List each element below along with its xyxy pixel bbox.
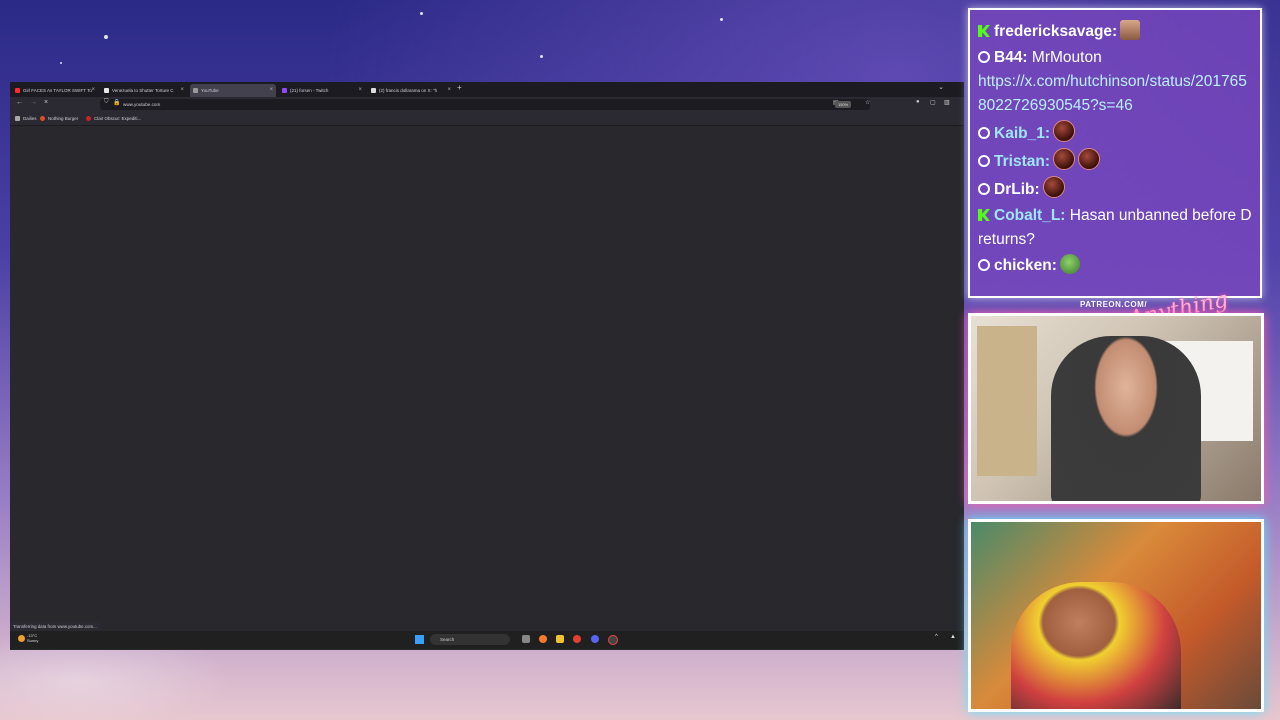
sun-icon [18, 635, 25, 642]
chat-badge-icon [978, 259, 990, 271]
bookmark-nothing-burger[interactable]: Nothing Burger [40, 115, 78, 122]
stop-loading-icon[interactable]: × [44, 99, 48, 106]
tab-1-label: Girl FACES As TAYLOR SWIFT To [23, 88, 92, 93]
tab-list-chevron-icon[interactable]: ⌄ [938, 83, 944, 91]
account-icon[interactable]: ▥ [944, 99, 950, 106]
obs-icon[interactable] [608, 635, 618, 645]
downloads-icon[interactable]: ▢ [930, 99, 936, 106]
tab-5-close-icon[interactable]: × [447, 84, 451, 97]
chat-badge-icon [978, 155, 990, 167]
tab-3-close-icon[interactable]: × [269, 84, 273, 97]
chat-message: DrLib: [978, 176, 1252, 202]
burger-icon [40, 116, 45, 121]
streamer-1 [1051, 336, 1201, 501]
tab-5-label: (2) francis dollarama on X: "h [379, 88, 438, 93]
chat-username: chicken: [994, 257, 1057, 274]
tab-1-favicon-icon [15, 88, 20, 93]
tab-4[interactable]: (21) forsen - Twitch × [279, 84, 365, 97]
forward-arrow-icon[interactable]: → [30, 99, 37, 106]
ball-emote-icon [1042, 176, 1065, 198]
tab-5-favicon-icon [371, 88, 376, 93]
chat-message: fredericksavage: [978, 20, 1252, 44]
chat-text: MrMouton [1031, 49, 1102, 66]
tab-4-close-icon[interactable]: × [358, 84, 362, 97]
chat-message: B44: MrMouton https://x.com/hutchinson/s… [978, 46, 1252, 118]
chat-username: Tristan: [994, 153, 1050, 170]
tab-3-label: YouTube [201, 88, 219, 93]
task-view-icon[interactable] [522, 635, 530, 643]
chat-message: chicken: [978, 254, 1252, 278]
ball-emote-icon [1052, 148, 1075, 170]
frog-emote-icon [1059, 254, 1080, 274]
bookmark-dailies-label: Dailies [23, 116, 37, 121]
webcam-feed-2 [968, 519, 1264, 712]
weather-condition: Sunny [27, 638, 39, 643]
tab-3[interactable]: YouTube × [190, 84, 276, 97]
chat-username: B44: [994, 49, 1028, 66]
search-placeholder: Search [440, 637, 455, 642]
bookmark-nothing-burger-label: Nothing Burger [48, 116, 79, 121]
chat-username: DrLib: [994, 181, 1040, 198]
ball-emote-icon [1077, 148, 1100, 170]
chrome-icon[interactable] [573, 635, 581, 643]
tab-1-close-icon[interactable]: × [91, 84, 95, 97]
tab-5[interactable]: (2) francis dollarama on X: "h × [368, 84, 454, 97]
chat-message: Kaib_1: [978, 120, 1252, 146]
tab-2[interactable]: Venezuela to Shutter Torture C × [101, 84, 187, 97]
taskbar: -13°C Sunny Search ^ ▲ [10, 631, 964, 649]
bookmark-clair-obscur[interactable]: Clair Obscur: Expediti... [86, 115, 141, 122]
bookmark-dailies[interactable]: Dailies [15, 115, 37, 122]
weather-widget[interactable]: -13°C Sunny [18, 633, 38, 643]
chat-message: Tristan: [978, 148, 1252, 174]
new-tab-button[interactable]: + [457, 83, 462, 92]
folder-icon [15, 116, 20, 121]
bookmark-favicon-icon [86, 116, 91, 121]
chat-link[interactable]: https://x.com/hutchinson/status/20176580… [978, 73, 1247, 114]
status-text: Transferring data from www.youtube.com..… [10, 622, 100, 631]
zoom-level[interactable]: 150% [835, 101, 852, 108]
tab-1[interactable]: Girl FACES As TAYLOR SWIFT To × [12, 84, 98, 97]
tab-4-label: (21) forsen - Twitch [290, 88, 329, 93]
back-arrow-icon[interactable]: ← [16, 99, 23, 106]
page-content[interactable] [10, 126, 964, 634]
tab-2-close-icon[interactable]: × [180, 84, 184, 97]
chat-badge-icon [978, 183, 990, 195]
ball-emote-icon [1053, 120, 1075, 142]
firefox-icon[interactable] [539, 635, 547, 643]
tab-2-label: Venezuela to Shutter Torture C [112, 88, 174, 93]
discord-icon[interactable] [591, 635, 599, 643]
tray-chevron-icon[interactable]: ^ [935, 634, 938, 640]
windows-start-icon[interactable] [415, 635, 424, 644]
tab-4-favicon-icon [282, 88, 287, 93]
shield-icon[interactable]: ⛉ [104, 99, 109, 106]
chat-username: Kaib_1: [994, 125, 1050, 142]
bookmarks-bar: Dailies Nothing Burger Clair Obscur: Exp… [10, 112, 964, 126]
kick-badge-icon [978, 209, 990, 221]
tab-3-favicon-icon [193, 88, 198, 93]
extension-icon[interactable]: ● [916, 99, 920, 105]
chat-username: Cobalt_L: [994, 207, 1066, 224]
chat-message: Cobalt_L: Hasan unbanned before D return… [978, 204, 1252, 252]
lock-icon[interactable]: 🔒 [113, 99, 120, 106]
streamer-2 [1011, 582, 1181, 709]
network-icon[interactable]: ▲ [950, 634, 956, 640]
chat-username: fredericksavage: [994, 23, 1118, 40]
browser-window: Girl FACES As TAYLOR SWIFT To × Venezuel… [10, 82, 964, 650]
taskbar-search[interactable]: Search [430, 634, 510, 645]
bookmark-star-icon[interactable]: ☆ [865, 99, 870, 106]
address-bar[interactable]: ⛉ 🔒 www.youtube.com ▤ ☆ [100, 99, 870, 110]
tab-bar: Girl FACES As TAYLOR SWIFT To × Venezuel… [10, 82, 964, 97]
chat-badge-icon [978, 51, 990, 63]
chat-panel: fredericksavage: B44: MrMouton https://x… [968, 8, 1262, 298]
webcam-feed-1 [968, 313, 1264, 504]
file-explorer-icon[interactable] [556, 635, 564, 643]
shelf [977, 326, 1037, 476]
nav-bar: ← → × ⛉ 🔒 www.youtube.com ▤ ☆ 150% ● ▢ ▥ [10, 97, 964, 112]
tab-2-favicon-icon [104, 88, 109, 93]
face-emote-icon [1120, 20, 1141, 40]
bookmark-clair-obscur-label: Clair Obscur: Expediti... [94, 116, 142, 121]
url-text: www.youtube.com [123, 102, 161, 107]
kick-badge-icon [978, 25, 990, 37]
chat-badge-icon [978, 127, 990, 139]
